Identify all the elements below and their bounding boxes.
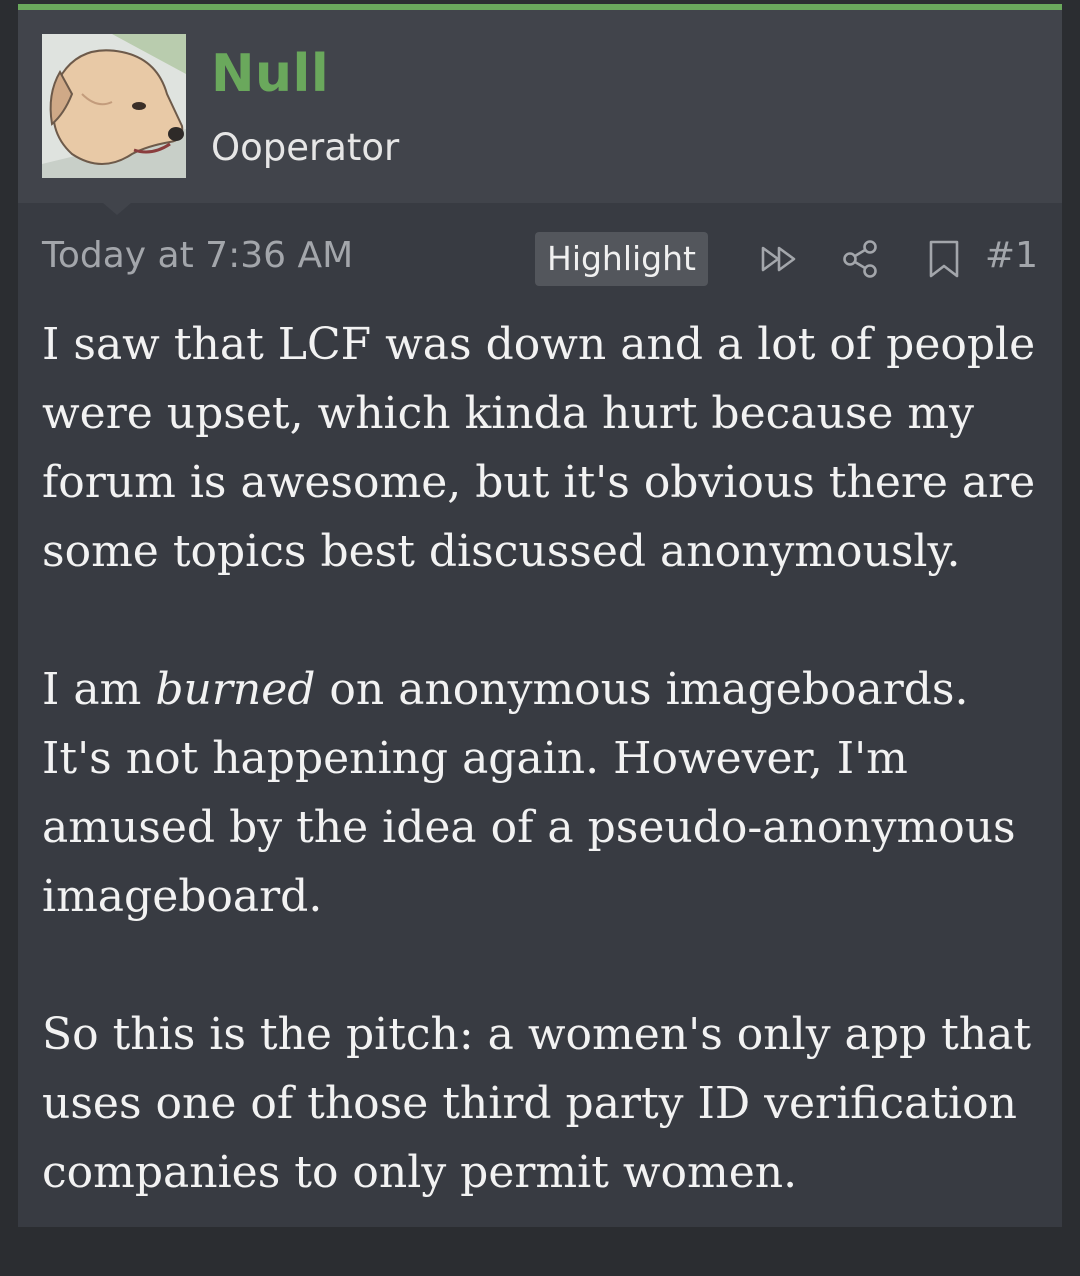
- post-user-header: Null Ooperator: [18, 10, 1062, 203]
- emphasis-text: burned: [155, 664, 316, 715]
- post-text: on anonymous imageboards.: [315, 664, 969, 715]
- post-text-line: I saw that LCF was down and a lot of peo…: [42, 319, 1036, 370]
- post-text-line: were upset, which kinda hurt because my: [42, 388, 975, 439]
- post-text-line: It's not happening again. However, I'm: [42, 733, 908, 784]
- post-timestamp[interactable]: Today at 7:36 AM: [42, 235, 353, 276]
- post-text-line: some topics best discussed anonymously.: [42, 526, 961, 577]
- post-text-line: companies to only permit women.: [42, 1147, 798, 1198]
- fast-forward-button[interactable]: [758, 237, 802, 281]
- post-paragraph: So this is the pitch: a women's only app…: [42, 1000, 1042, 1207]
- post-text-line: I am burned on anonymous imageboards.: [42, 655, 1042, 724]
- post-body: I saw that LCF was down and a lot of peo…: [42, 310, 1042, 1276]
- post-paragraph: I am burned on anonymous imageboards. It…: [42, 655, 1042, 931]
- bookmark-button[interactable]: [922, 237, 966, 281]
- post-text-line: uses one of those third party ID verific…: [42, 1078, 1017, 1129]
- header-arrow: [103, 203, 131, 215]
- bookmark-icon: [929, 240, 959, 278]
- post-text-line: forum is awesome, but it's obvious there…: [42, 457, 1036, 508]
- post-paragraph: I saw that LCF was down and a lot of peo…: [42, 310, 1042, 586]
- username-link[interactable]: Null: [211, 44, 329, 104]
- share-icon: [843, 240, 877, 278]
- post-text-line: imageboard.: [42, 871, 323, 922]
- dog-avatar-icon: [42, 34, 186, 178]
- post-text: I am: [42, 664, 156, 715]
- user-title: Ooperator: [211, 126, 400, 169]
- fast-forward-icon: [761, 246, 796, 272]
- post-text-line: So this is the pitch: a women's only app…: [42, 1009, 1032, 1060]
- forum-post: Null Ooperator Today at 7:36 AM Highligh…: [18, 4, 1062, 1227]
- avatar[interactable]: [42, 34, 186, 178]
- post-meta-row: Today at 7:36 AM Highlight #1: [42, 225, 1038, 289]
- post-text-line: amused by the idea of a pseudo-anonymous: [42, 802, 1016, 853]
- post-number-link[interactable]: #1: [985, 235, 1038, 276]
- highlight-button[interactable]: Highlight: [535, 232, 708, 286]
- share-button[interactable]: [839, 237, 883, 281]
